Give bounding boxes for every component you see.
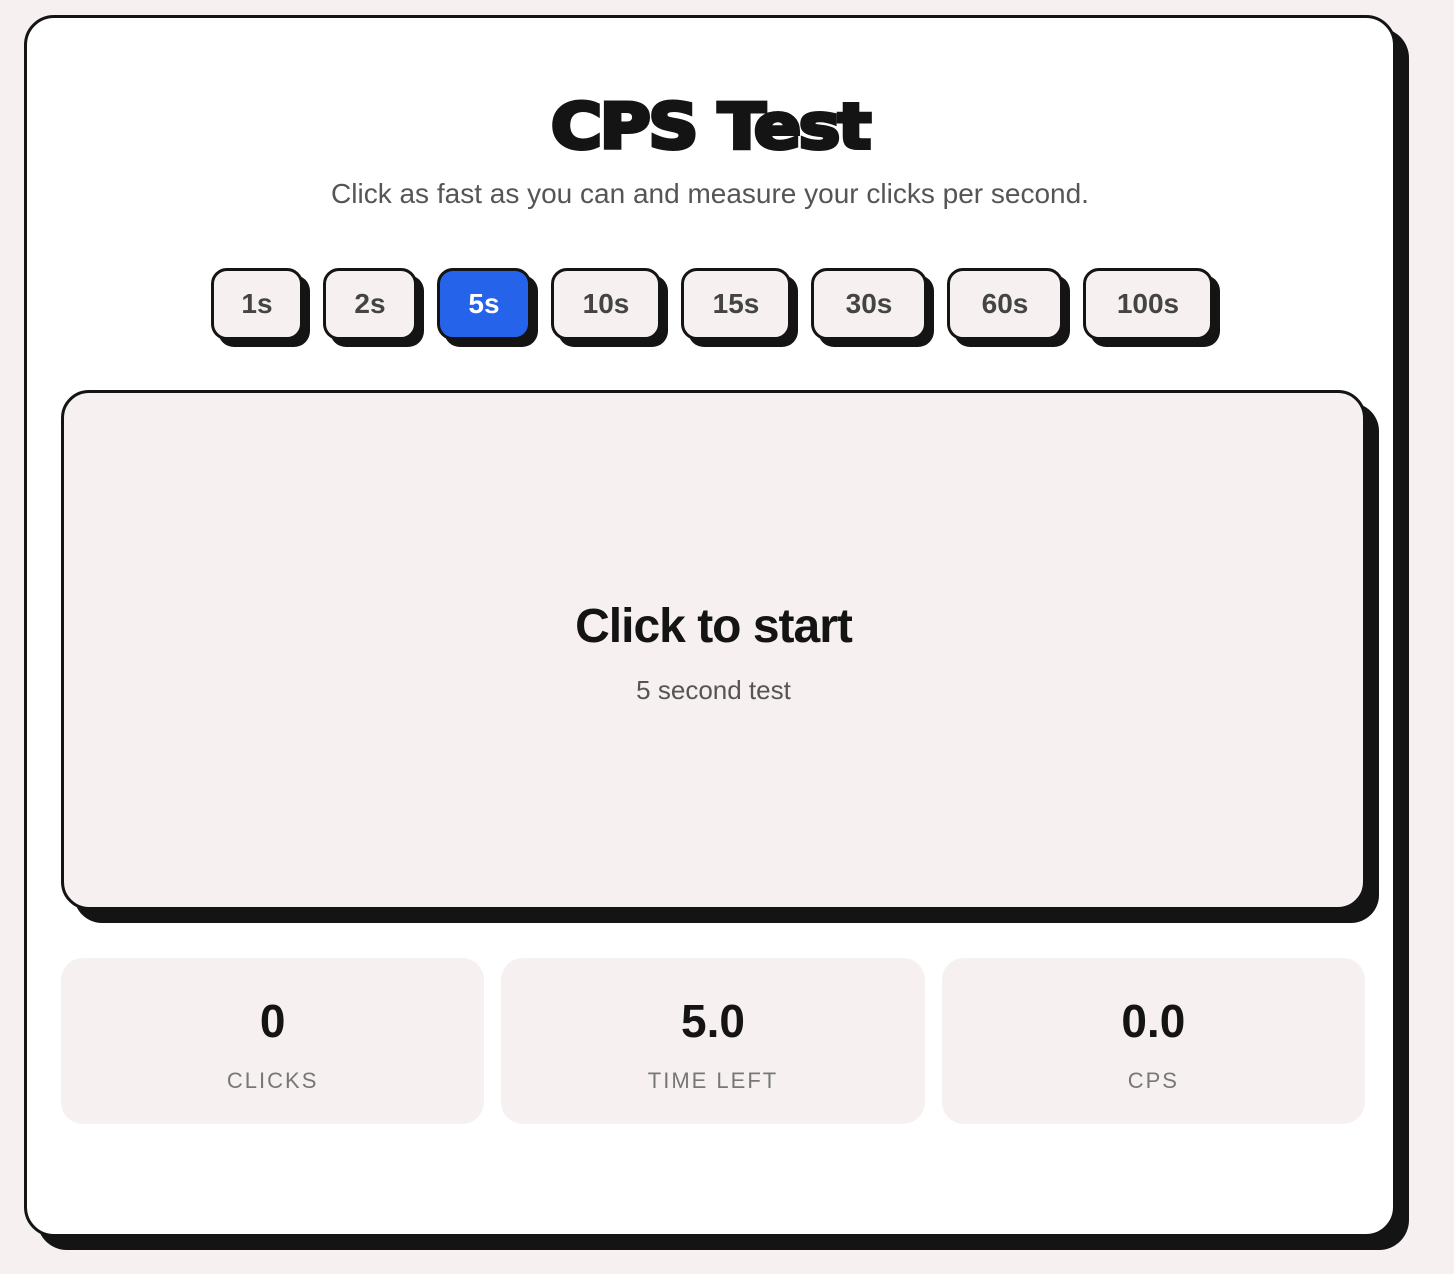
stat-clicks-label: CLICKS <box>226 1068 319 1093</box>
duration-selector: 1s 2s 5s 10s 15s 30s 60s 100s <box>27 268 1393 340</box>
duration-button-10s[interactable]: 10s <box>551 268 661 340</box>
stat-cps-label: CPS <box>1127 1068 1179 1093</box>
stat-time-left: 5.0 TIME LEFT <box>501 958 925 1124</box>
stat-clicks-value: 0 <box>259 995 286 1047</box>
duration-button-15s[interactable]: 15s <box>681 268 791 340</box>
cps-test-card: CPS Test Click as fast as you can and me… <box>24 15 1396 1237</box>
duration-button-60s[interactable]: 60s <box>947 268 1063 340</box>
page-subtitle: Click as fast as you can and measure you… <box>331 178 1089 209</box>
stat-clicks: 0 CLICKS <box>61 958 485 1124</box>
click-area[interactable]: Click to start 5 second test <box>61 390 1366 910</box>
stat-cps-value: 0.0 <box>1121 995 1186 1047</box>
duration-button-2s[interactable]: 2s <box>323 268 417 340</box>
stat-cps: 0.0 CPS <box>941 958 1365 1124</box>
duration-button-100s[interactable]: 100s <box>1083 268 1213 340</box>
click-area-title: Click to start <box>575 600 853 653</box>
duration-button-5s[interactable]: 5s <box>437 268 531 340</box>
duration-button-1s[interactable]: 1s <box>211 268 303 340</box>
page-title: CPS Test <box>549 90 874 163</box>
stats-row: 0 CLICKS 5.0 TIME LEFT 0.0 CPS <box>61 958 1365 1124</box>
duration-button-30s[interactable]: 30s <box>811 268 927 340</box>
stat-time-left-value: 5.0 <box>681 995 745 1047</box>
click-area-subtitle: 5 second test <box>636 675 791 705</box>
stat-time-left-label: TIME LEFT <box>647 1068 779 1093</box>
